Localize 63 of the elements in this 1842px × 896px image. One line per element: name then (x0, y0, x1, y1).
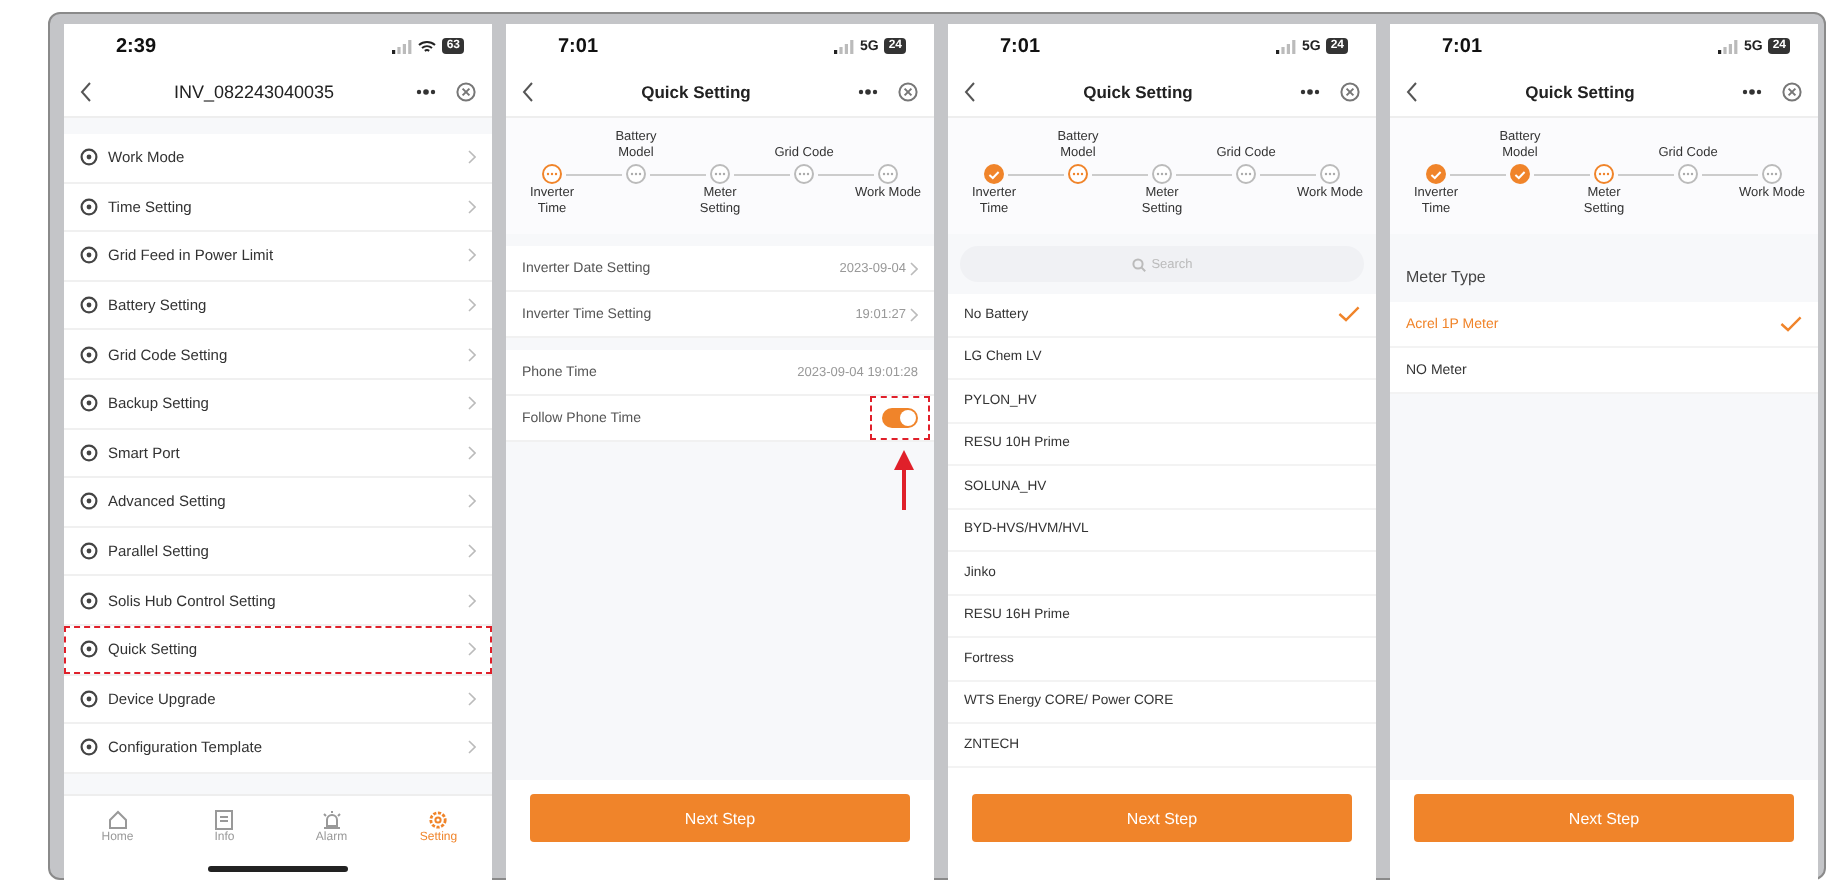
toggle-switch[interactable] (882, 408, 918, 428)
chevron-icon (468, 298, 476, 313)
ring-icon (80, 394, 98, 413)
ring-icon (80, 246, 98, 265)
chevron-icon (468, 544, 476, 559)
chevron-icon (468, 445, 476, 460)
signal-icon (833, 39, 854, 53)
more-icon[interactable] (858, 88, 878, 96)
chevron-icon (468, 150, 476, 165)
ring-icon (80, 591, 98, 610)
chevron-icon (468, 494, 476, 509)
arrow-icon (894, 450, 914, 510)
check-icon (1780, 316, 1802, 332)
chevron-icon (468, 691, 476, 706)
search-icon (1131, 257, 1146, 271)
signal-icon (1717, 39, 1738, 53)
home-icon (107, 809, 128, 829)
chevron-icon (468, 248, 476, 263)
ring-icon (80, 689, 98, 708)
signal-icon (1275, 39, 1296, 53)
chevron-icon (468, 199, 476, 214)
close-icon[interactable] (1340, 82, 1360, 102)
more-icon[interactable] (1300, 88, 1320, 96)
ring-icon (80, 640, 98, 659)
ring-icon (80, 492, 98, 511)
chevron-icon (468, 740, 476, 755)
screen-title: Quick Setting (1081, 82, 1195, 102)
status-time: 7:01 (558, 35, 599, 57)
check-icon (1338, 306, 1360, 323)
alarm-icon (321, 809, 342, 829)
status-time: 2:39 (116, 35, 157, 57)
close-icon[interactable] (898, 82, 918, 102)
chevron-icon (468, 642, 476, 657)
more-icon[interactable] (1742, 88, 1762, 96)
chevron-icon (468, 593, 476, 608)
ring-icon (80, 738, 98, 757)
home-indicator (208, 865, 348, 871)
more-icon[interactable] (416, 88, 436, 96)
chevron-icon (910, 261, 918, 275)
signal-icon (392, 39, 413, 53)
screen-title: INV_082243040035 (171, 82, 337, 102)
back-icon[interactable] (964, 82, 976, 102)
close-icon[interactable] (456, 82, 476, 102)
back-icon[interactable] (522, 82, 534, 102)
section-title: Meter Type (1404, 265, 1488, 290)
ring-icon (80, 443, 98, 462)
status-time: 7:01 (1000, 35, 1041, 57)
screen-title: Quick Setting (639, 82, 753, 102)
ring-icon (80, 197, 98, 216)
settings-icon (428, 809, 449, 829)
status-time: 7:01 (1442, 35, 1483, 57)
close-icon[interactable] (1782, 82, 1802, 102)
ring-icon (80, 148, 98, 167)
chevron-icon (468, 396, 476, 411)
back-icon[interactable] (1406, 82, 1418, 102)
screen-title: Quick Setting (1523, 82, 1637, 102)
chevron-icon (910, 307, 918, 321)
ring-icon (80, 542, 98, 561)
ring-icon (80, 345, 98, 364)
back-icon[interactable] (80, 82, 92, 102)
document-icon (214, 809, 235, 829)
ring-icon (80, 296, 98, 315)
chevron-icon (468, 347, 476, 362)
